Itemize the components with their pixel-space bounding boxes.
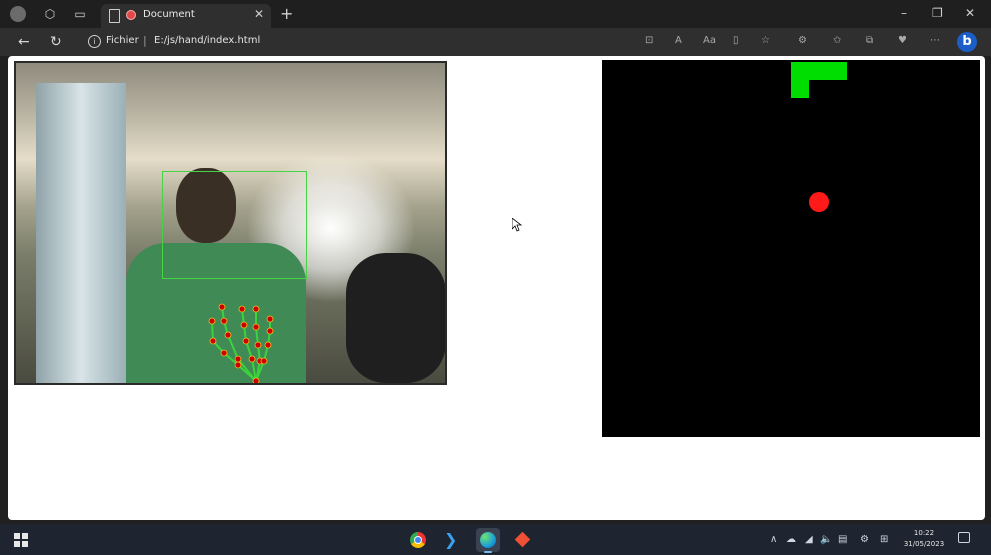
notifications-icon[interactable] [958, 532, 970, 543]
hand-landmark-point [254, 341, 262, 349]
browser-toolbar: ← ↻ i Fichier | E:/js/hand/index.html ⊡ … [0, 28, 991, 56]
info-icon[interactable]: i [88, 35, 101, 48]
hand-landmark-point [242, 337, 250, 345]
address-bar[interactable]: i Fichier | E:/js/hand/index.html [80, 32, 640, 52]
settings-gear-icon[interactable]: ⚙ [860, 534, 869, 545]
keyboard-icon[interactable]: ▤ [838, 534, 847, 545]
immersive-reader-icon[interactable]: ▯ [733, 35, 739, 46]
hand-landmark-point [266, 327, 274, 335]
hand-landmark-point [248, 355, 256, 363]
bing-copilot-button[interactable]: b [957, 32, 977, 52]
hand-landmark-point [252, 323, 260, 331]
onedrive-icon[interactable]: ☁ [786, 534, 796, 545]
minimize-button[interactable]: – [901, 6, 907, 20]
show-hidden-icons[interactable]: ∧ [770, 534, 777, 545]
hand-landmark-point [224, 331, 232, 339]
hand-landmarks-overlay [208, 303, 274, 383]
browser-title-bar: ⬡ ▭ Document ✕ + – ❐ ✕ [0, 0, 991, 28]
app-available-icon[interactable]: ⊡ [645, 35, 653, 46]
tab-actions-icon[interactable]: ▭ [72, 6, 88, 22]
text-size-icon[interactable]: Aa [703, 35, 716, 46]
favorites-icon[interactable]: ✩ [833, 35, 841, 46]
webcam-video-feed [14, 61, 447, 385]
git-icon [514, 531, 531, 548]
tab-document[interactable]: Document ✕ [101, 4, 271, 28]
chrome-icon [410, 532, 426, 548]
hand-connection-line [221, 306, 257, 382]
browser-essentials-icon[interactable]: ♥ [898, 35, 907, 46]
more-menu-icon[interactable]: ⋯ [930, 35, 940, 46]
language-icon[interactable]: ⊞ [880, 534, 888, 545]
hand-landmark-point [264, 341, 272, 349]
page-viewport [8, 56, 985, 520]
refresh-icon[interactable]: ↻ [50, 34, 62, 50]
read-aloud-icon[interactable]: A [675, 35, 682, 46]
collections-icon[interactable]: ⧉ [866, 35, 873, 46]
hand-landmark-point [260, 357, 268, 365]
mouse-cursor-icon [512, 218, 522, 232]
hand-landmark-point [208, 317, 216, 325]
hand-landmark-point [240, 321, 248, 329]
hand-landmark-point [220, 317, 228, 325]
clock-time: 10:22 [913, 529, 935, 537]
hand-landmark-point [238, 305, 246, 313]
hand-landmark-point [252, 305, 260, 313]
workspaces-icon[interactable]: ⬡ [42, 6, 58, 22]
taskbar-git[interactable] [511, 528, 535, 552]
hand-landmark-point [234, 355, 242, 363]
start-button[interactable] [14, 533, 28, 547]
hand-landmark-point [209, 337, 217, 345]
windows-taskbar: ❯ ∧ ☁ ◢ 🔈 ▤ ⚙ ⊞ 10:22 31/05/2023 [0, 524, 991, 555]
restore-button[interactable]: ❐ [932, 6, 943, 20]
profile-avatar-icon[interactable] [10, 6, 26, 22]
url-text[interactable]: E:/js/hand/index.html [154, 35, 260, 46]
close-window-button[interactable]: ✕ [965, 6, 975, 20]
back-arrow-icon[interactable]: ← [18, 34, 30, 50]
taskbar-chrome[interactable] [406, 528, 430, 552]
edge-icon [480, 532, 496, 548]
tab-title: Document [143, 9, 195, 20]
new-tab-button[interactable]: + [280, 6, 293, 22]
address-separator: | [143, 34, 147, 47]
hand-landmark-point [234, 361, 242, 369]
recording-indicator-icon [126, 10, 136, 20]
hand-landmark-point [266, 315, 274, 323]
taskbar-edge[interactable] [476, 528, 500, 553]
vscode-icon: ❯ [444, 530, 458, 549]
wifi-icon[interactable]: ◢ [805, 534, 813, 545]
taskbar-vscode[interactable]: ❯ [441, 528, 465, 552]
volume-icon[interactable]: 🔈 [820, 534, 832, 545]
clock-date: 31/05/2023 [903, 540, 945, 548]
hand-landmark-point [252, 377, 260, 383]
tab-close-icon[interactable]: ✕ [254, 7, 264, 21]
snake-game-canvas[interactable] [602, 60, 980, 437]
hand-landmark-point [220, 349, 228, 357]
snake-segment [791, 62, 847, 80]
scheme-label: Fichier [106, 35, 139, 46]
page-icon [109, 9, 120, 23]
favorite-star-icon[interactable]: ☆ [761, 35, 770, 46]
snake-segment [791, 80, 809, 98]
taskbar-clock[interactable]: 10:22 31/05/2023 [898, 528, 950, 550]
food-dot [809, 192, 829, 212]
extensions-icon[interactable]: ⚙ [798, 35, 807, 46]
hand-landmark-point [218, 303, 226, 311]
